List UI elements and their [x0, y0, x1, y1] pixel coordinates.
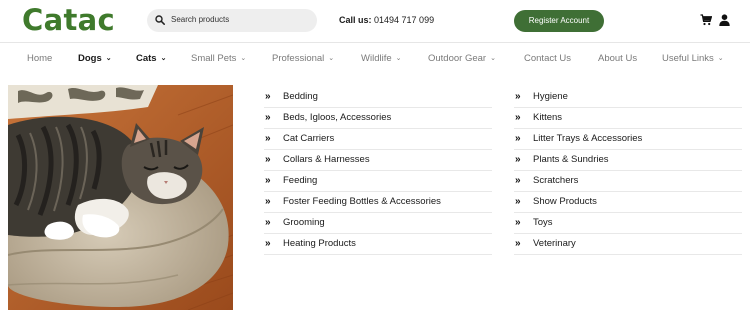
category-link-bedding[interactable]: » Bedding: [264, 87, 492, 108]
nav-item-about-us[interactable]: About Us: [598, 43, 637, 75]
site-header: Catac Search products Call us: 01494 717…: [0, 0, 750, 42]
search-icon: [155, 15, 165, 25]
call-us: Call us: 01494 717 099: [339, 14, 434, 26]
nav-item-dogs[interactable]: Dogs ⌄: [78, 43, 112, 75]
category-link-show-products[interactable]: » Show Products: [514, 192, 742, 213]
double-chevron-icon: »: [265, 133, 271, 144]
double-chevron-icon: »: [515, 217, 521, 228]
chevron-down-icon: ⌄: [328, 55, 335, 62]
category-link-feeding[interactable]: » Feeding: [264, 171, 492, 192]
category-link-hygiene[interactable]: » Hygiene: [514, 87, 742, 108]
category-link-foster-feeding[interactable]: » Foster Feeding Bottles & Accessories: [264, 192, 492, 213]
nav-item-professional[interactable]: Professional ⌄: [272, 43, 334, 75]
category-link-grooming[interactable]: » Grooming: [264, 213, 492, 234]
search-input[interactable]: Search products: [147, 9, 317, 32]
nav-item-home[interactable]: Home: [27, 43, 52, 75]
double-chevron-icon: »: [515, 175, 521, 186]
double-chevron-icon: »: [515, 196, 521, 207]
category-link-scratchers[interactable]: » Scratchers: [514, 171, 742, 192]
chevron-down-icon: ⌄: [395, 55, 402, 62]
chevron-down-icon: ⌄: [240, 55, 247, 62]
nav-item-cats[interactable]: Cats ⌄: [136, 43, 166, 75]
double-chevron-icon: »: [515, 112, 521, 123]
main-navigation: Home Dogs ⌄ Cats ⌄ Small Pets ⌄ Professiona…: [0, 42, 750, 74]
category-link-kittens[interactable]: » Kittens: [514, 108, 742, 129]
double-chevron-icon: »: [265, 154, 271, 165]
nav-item-contact-us[interactable]: Contact Us: [524, 43, 571, 75]
category-link-collars-harnesses[interactable]: » Collars & Harnesses: [264, 150, 492, 171]
double-chevron-icon: »: [265, 112, 271, 123]
search-placeholder: Search products: [171, 15, 230, 24]
nav-item-small-pets[interactable]: Small Pets ⌄: [191, 43, 246, 75]
double-chevron-icon: »: [265, 175, 271, 186]
cart-icon[interactable]: [700, 14, 712, 26]
category-link-beds-igloos[interactable]: » Beds, Igloos, Accessories: [264, 108, 492, 129]
user-icon[interactable]: [719, 14, 730, 26]
chevron-down-icon: ⌄: [717, 55, 724, 62]
double-chevron-icon: »: [265, 196, 271, 207]
category-link-heating-products[interactable]: » Heating Products: [264, 234, 492, 255]
catac-logo[interactable]: Catac: [22, 3, 115, 37]
register-account-button[interactable]: Register Account: [514, 10, 604, 32]
call-label: Call us:: [339, 15, 372, 25]
double-chevron-icon: »: [515, 154, 521, 165]
double-chevron-icon: »: [515, 238, 521, 249]
double-chevron-icon: »: [515, 133, 521, 144]
cat-photo: [8, 85, 233, 310]
double-chevron-icon: »: [265, 91, 271, 102]
cat-on-bed-image: [8, 85, 233, 310]
nav-item-wildlife[interactable]: Wildlife ⌄: [361, 43, 402, 75]
chevron-down-icon: ⌄: [160, 55, 167, 62]
category-link-veterinary[interactable]: » Veterinary: [514, 234, 742, 255]
nav-item-useful-links[interactable]: Useful Links ⌄: [662, 43, 724, 75]
chevron-down-icon: ⌄: [490, 55, 496, 62]
category-link-cat-carriers[interactable]: » Cat Carriers: [264, 129, 492, 150]
category-link-plants-sundries[interactable]: » Plants & Sundries: [514, 150, 742, 171]
cat-categories-left: » Bedding » Beds, Igloos, Accessories » Cat…: [264, 87, 492, 255]
category-link-litter-trays[interactable]: » Litter Trays & Accessories: [514, 129, 742, 150]
double-chevron-icon: »: [265, 238, 271, 249]
nav-item-outdoor-gear[interactable]: Outdoor Gear ⌄: [428, 43, 496, 75]
call-number[interactable]: 01494 717 099: [372, 15, 434, 25]
cat-categories-right: » Hygiene » Kittens » Litter Trays & Access…: [514, 87, 742, 255]
chevron-down-icon: ⌄: [105, 55, 112, 62]
double-chevron-icon: »: [515, 91, 521, 102]
double-chevron-icon: »: [265, 217, 271, 228]
category-link-toys[interactable]: » Toys: [514, 213, 742, 234]
